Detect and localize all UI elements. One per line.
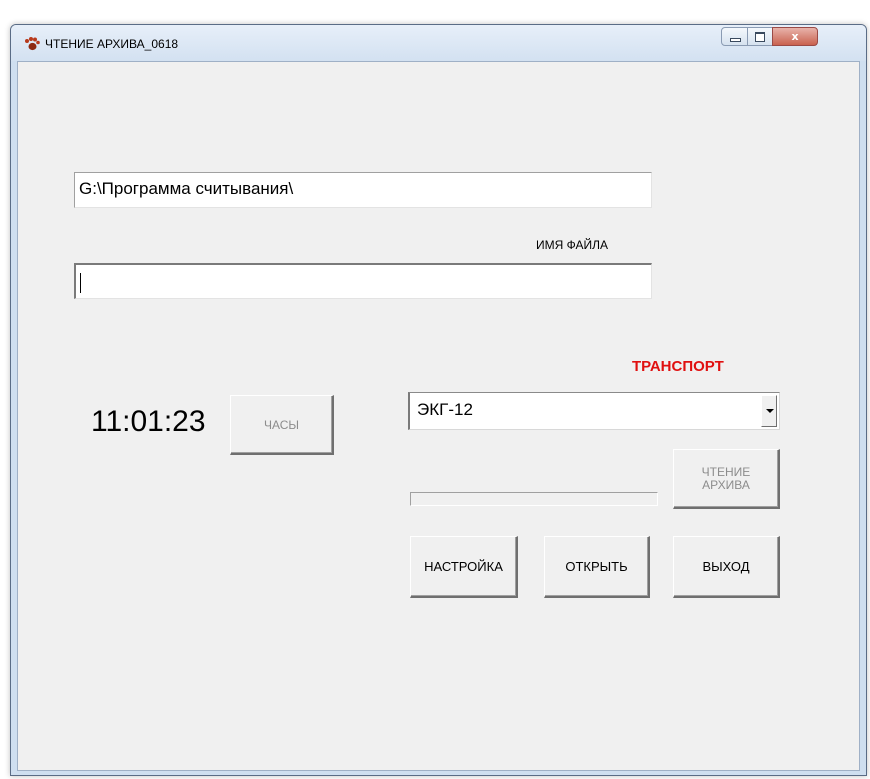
clock-display: 11:01:23	[91, 405, 206, 438]
transport-select[interactable]: ЭКГ-12	[408, 392, 780, 430]
filename-input[interactable]	[74, 263, 652, 299]
client-area: G:\Программа считывания\ ИМЯ ФАЙЛА ТРАНС…	[17, 61, 860, 771]
paw-icon	[25, 37, 40, 51]
filename-label: ИМЯ ФАЙЛА	[536, 238, 608, 252]
settings-button[interactable]: НАСТРОЙКА	[410, 536, 518, 598]
open-button[interactable]: ОТКРЫТЬ	[544, 536, 650, 598]
main-window: ЧТЕНИЕ АРХИВА_0618 x G:\Программа считыв…	[10, 24, 867, 776]
clock-button[interactable]: ЧАСЫ	[230, 395, 334, 455]
minimize-button[interactable]	[721, 27, 748, 46]
transport-selected-value: ЭКГ-12	[417, 400, 473, 419]
close-icon: x	[791, 30, 799, 43]
text-caret	[80, 273, 81, 293]
maximize-button[interactable]	[747, 27, 773, 46]
transport-label: ТРАНСПОРТ	[632, 358, 724, 375]
maximize-icon	[755, 32, 765, 42]
minimize-icon	[730, 38, 741, 42]
read-archive-button[interactable]: ЧТЕНИЕ АРХИВА	[673, 449, 780, 509]
progress-bar	[410, 492, 658, 506]
path-input[interactable]: G:\Программа считывания\	[74, 172, 652, 208]
title-bar[interactable]: ЧТЕНИЕ АРХИВА_0618 x	[11, 25, 866, 61]
read-archive-label: ЧТЕНИЕ АРХИВА	[701, 464, 751, 492]
chevron-down-icon[interactable]	[761, 395, 777, 427]
window-title: ЧТЕНИЕ АРХИВА_0618	[45, 37, 179, 51]
exit-button[interactable]: ВЫХОД	[673, 536, 780, 598]
close-button[interactable]: x	[772, 27, 818, 46]
